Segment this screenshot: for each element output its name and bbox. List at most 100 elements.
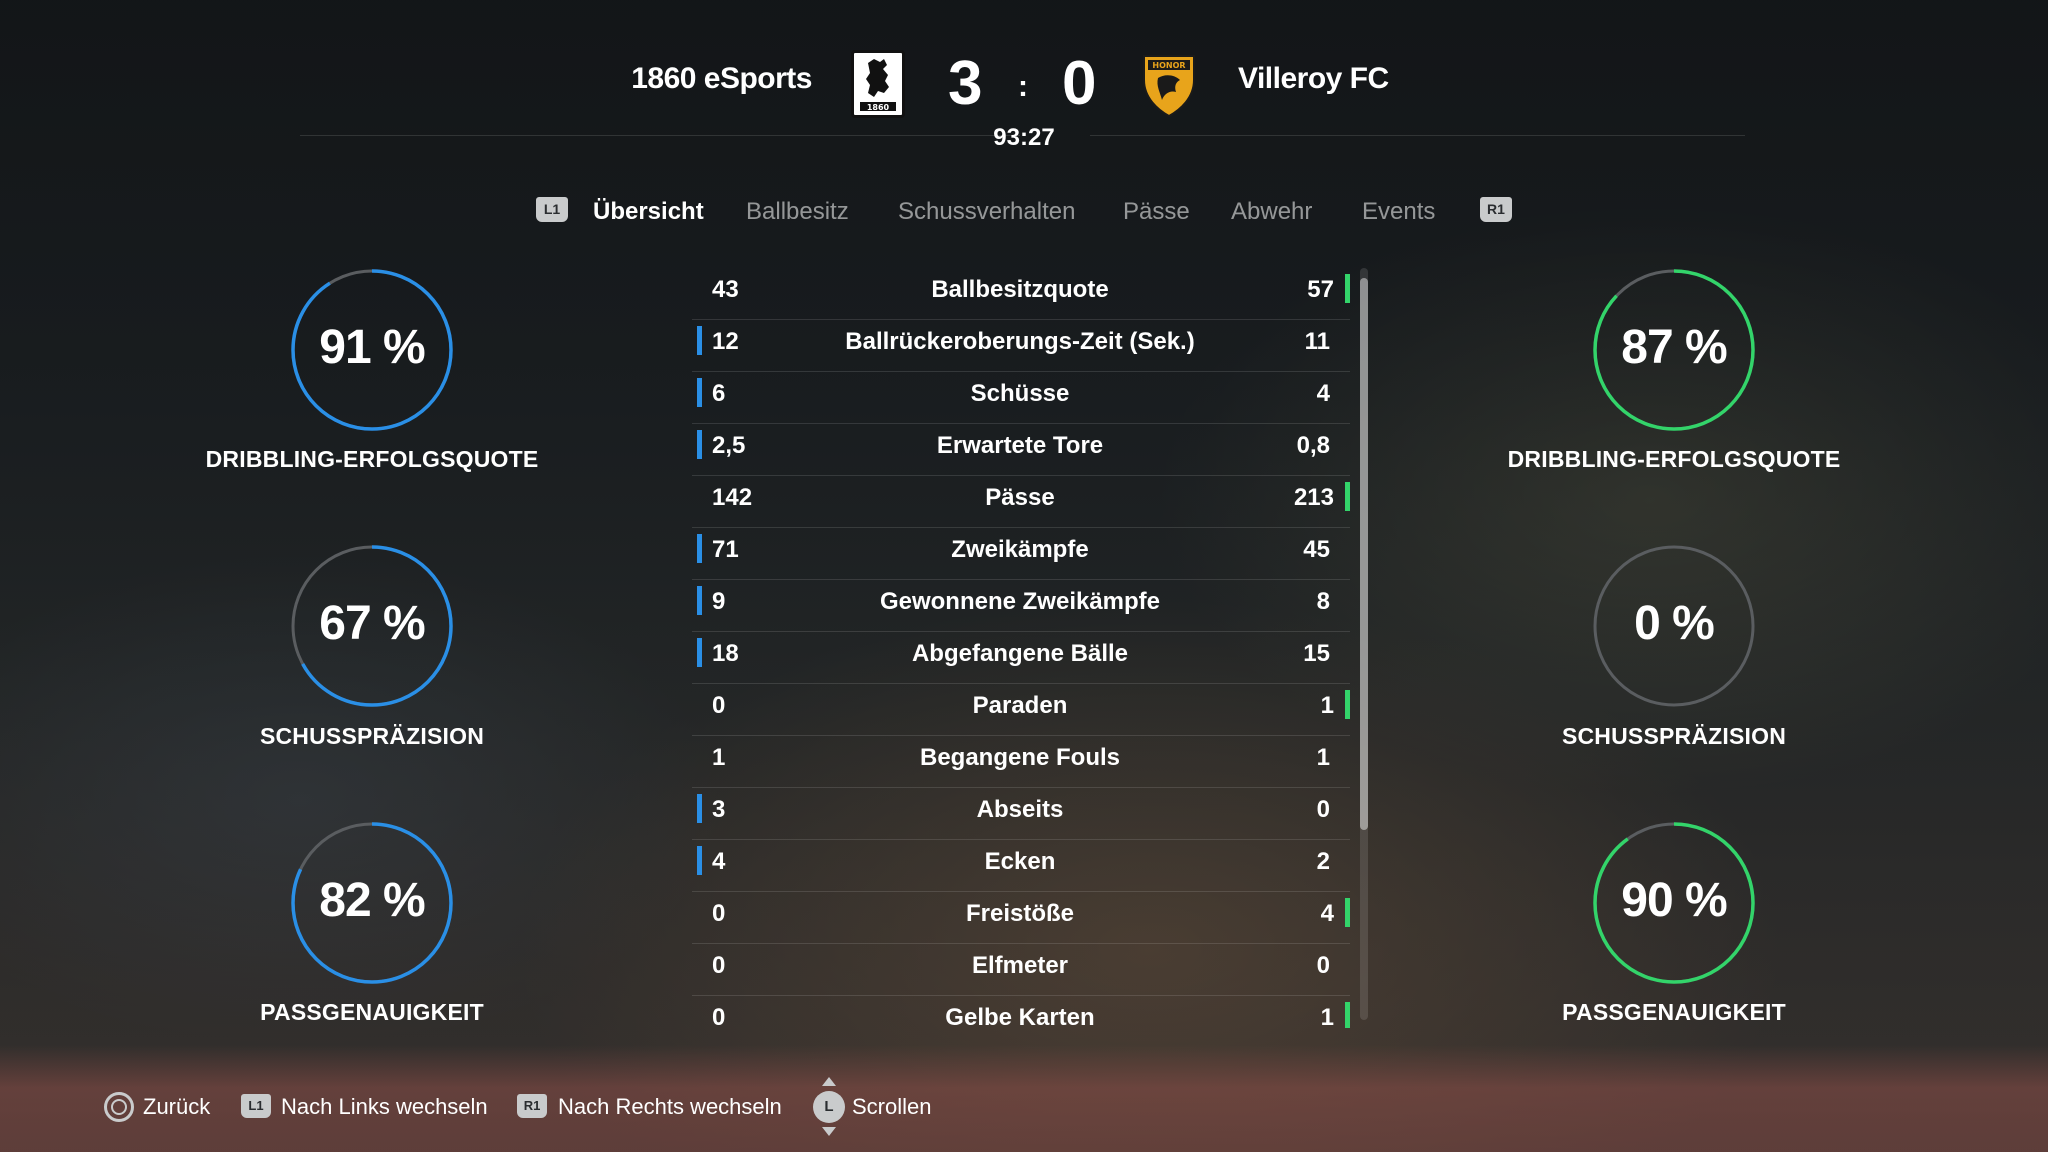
- stat-name: Abseits: [976, 796, 1064, 823]
- stat-away-value: 1: [1320, 692, 1334, 719]
- l1-hint-button-icon[interactable]: L1: [241, 1094, 271, 1118]
- stat-name: Gelbe Karten: [945, 1004, 1095, 1028]
- switch-left-hint[interactable]: Nach Links wechseln: [281, 1094, 488, 1120]
- stat-home-value: 3: [712, 796, 726, 823]
- stat-name: Gewonnene Zweikämpfe: [879, 588, 1161, 615]
- eagle-shield-icon: HONOR: [1140, 50, 1198, 118]
- stat-name: Elfmeter: [971, 952, 1069, 979]
- away-pass-accuracy-label: PASSGENAUIGKEIT: [1562, 999, 1786, 1025]
- stats-table[interactable]: 43 Ballbesitzquote 57 12 Ballrückeroberungs-…: [692, 268, 1350, 1028]
- circle-button-icon[interactable]: [104, 1092, 134, 1122]
- tab-abwehr[interactable]: Abwehr: [1231, 198, 1312, 226]
- stat-away-value: 57: [1307, 276, 1334, 303]
- stat-home-value: 142: [712, 484, 753, 511]
- stat-row: 2,5 Erwartete Tore 0,8: [692, 424, 1350, 476]
- home-leader-bar: [697, 326, 702, 355]
- stat-name: Abgefangene Bälle: [911, 640, 1129, 667]
- home-leader-bar: [697, 534, 702, 563]
- stat-home-value: 12: [712, 328, 739, 355]
- stat-away-value: 2: [1316, 848, 1330, 875]
- away-dribbling-value: 87 %: [1621, 321, 1727, 374]
- away-leader-bar: [1345, 482, 1350, 511]
- away-leader-bar: [1345, 274, 1350, 303]
- home-dribbling-value: 91 %: [319, 321, 425, 374]
- stat-home-value: 4: [712, 848, 726, 875]
- home-shot-accuracy-value: 67 %: [319, 597, 425, 650]
- r1-hint-button-icon[interactable]: R1: [517, 1094, 547, 1118]
- header-divider-right: [1090, 135, 1745, 136]
- home-score: 3: [948, 49, 983, 118]
- tab-schussverhalten[interactable]: Schussverhalten: [898, 198, 1075, 226]
- home-leader-bar: [697, 586, 702, 615]
- stat-name: Schüsse: [970, 380, 1070, 407]
- stat-home-value: 1: [712, 744, 726, 771]
- home-leader-bar: [697, 846, 702, 875]
- scroll-down-arrow-icon: [822, 1127, 836, 1136]
- stat-away-value: 1: [1320, 1004, 1334, 1028]
- away-team-name: Villeroy FC: [1238, 62, 1389, 95]
- home-shot-accuracy-label: SCHUSSPRÄZISION: [259, 723, 485, 749]
- tab-events[interactable]: Events: [1362, 198, 1435, 226]
- away-dribbling-label: DRIBBLING-ERFOLGSQUOTE: [1507, 446, 1841, 472]
- away-leader-bar: [1345, 1002, 1350, 1028]
- stats-scrollbar[interactable]: [1360, 268, 1368, 1020]
- stat-row: 1 Begangene Fouls 1: [692, 736, 1350, 788]
- lion-crest-icon: 1860: [851, 50, 905, 118]
- stat-name: Erwartete Tore: [936, 432, 1104, 459]
- home-dribbling-ring: 91 %: [290, 268, 454, 432]
- header-divider-left: [300, 135, 1020, 136]
- stat-name: Ballrückeroberungs-Zeit (Sek.): [845, 328, 1195, 355]
- home-crest-text: 1860: [867, 103, 890, 112]
- scroll-hint[interactable]: Scrollen: [852, 1094, 931, 1120]
- home-shot-accuracy-ring: 67 %: [290, 544, 454, 708]
- l1-button-icon[interactable]: L1: [536, 197, 568, 222]
- stat-home-value: 0: [712, 1004, 726, 1028]
- stat-row: 6 Schüsse 4: [692, 372, 1350, 424]
- left-stick-icon[interactable]: L: [813, 1091, 845, 1123]
- tab-uebersicht[interactable]: Übersicht: [593, 198, 704, 226]
- home-leader-bar: [697, 430, 702, 459]
- r1-button-icon[interactable]: R1: [1480, 197, 1512, 222]
- away-score: 0: [1062, 49, 1097, 118]
- stat-home-value: 6: [712, 380, 726, 407]
- score-separator: :: [1018, 70, 1028, 103]
- stat-name: Ballbesitzquote: [931, 276, 1109, 303]
- home-leader-bar: [697, 378, 702, 407]
- stat-away-value: 8: [1316, 588, 1330, 615]
- back-hint[interactable]: Zurück: [143, 1094, 210, 1120]
- away-shot-accuracy-value: 0 %: [1634, 597, 1715, 650]
- stat-home-value: 43: [712, 276, 739, 303]
- scroll-up-arrow-icon: [822, 1077, 836, 1086]
- stats-scrollbar-thumb[interactable]: [1360, 278, 1368, 830]
- stat-home-value: 71: [712, 536, 739, 563]
- stat-row: 0 Gelbe Karten 1: [692, 996, 1350, 1028]
- home-leader-bar: [697, 638, 702, 667]
- stat-name: Freistöße: [965, 900, 1075, 927]
- away-pass-accuracy-value: 90 %: [1621, 874, 1727, 927]
- switch-right-hint[interactable]: Nach Rechts wechseln: [558, 1094, 782, 1120]
- away-leader-bar: [1345, 898, 1350, 927]
- stat-row: 71 Zweikämpfe 45: [692, 528, 1350, 580]
- away-crest-text: HONOR: [1152, 61, 1185, 70]
- stat-away-value: 15: [1303, 640, 1330, 667]
- home-dribbling-label: DRIBBLING-ERFOLGSQUOTE: [205, 446, 539, 472]
- stat-away-value: 11: [1304, 328, 1330, 355]
- stat-away-value: 4: [1316, 380, 1330, 407]
- away-dribbling-ring: 87 %: [1592, 268, 1756, 432]
- tab-ballbesitz[interactable]: Ballbesitz: [746, 198, 849, 226]
- stat-home-value: 0: [712, 952, 726, 979]
- stat-row: 3 Abseits 0: [692, 788, 1350, 840]
- stat-row: 0 Elfmeter 0: [692, 944, 1350, 996]
- away-shot-accuracy-ring: 0 %: [1592, 544, 1756, 708]
- stat-row: 142 Pässe 213: [692, 476, 1350, 528]
- stat-name: Begangene Fouls: [919, 744, 1121, 771]
- stat-row: 0 Paraden 1: [692, 684, 1350, 736]
- stat-away-value: 0,8: [1296, 432, 1330, 459]
- tab-paesse[interactable]: Pässe: [1123, 198, 1190, 226]
- home-leader-bar: [697, 794, 702, 823]
- stat-row: 4 Ecken 2: [692, 840, 1350, 892]
- stat-row: 43 Ballbesitzquote 57: [692, 268, 1350, 320]
- home-pass-accuracy-value: 82 %: [319, 874, 425, 927]
- home-team-name: 1860 eSports: [631, 62, 812, 95]
- stat-away-value: 45: [1303, 536, 1330, 563]
